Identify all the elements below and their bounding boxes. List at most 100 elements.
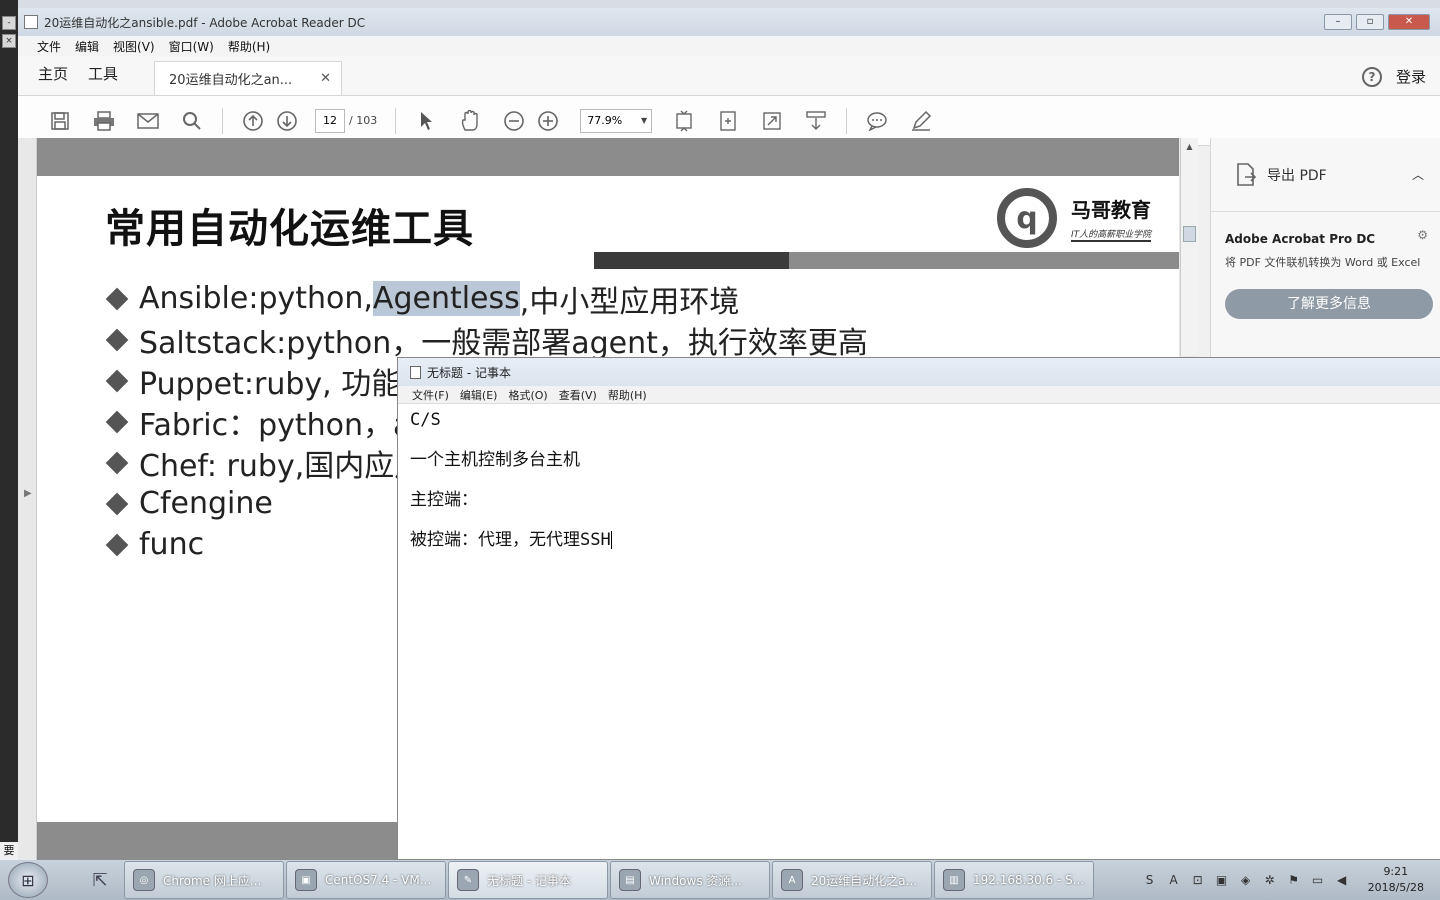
scrollbar-thumb[interactable] — [1183, 226, 1196, 242]
menu-window[interactable]: 窗口(W) — [162, 36, 221, 56]
previous-page-icon[interactable] — [241, 109, 265, 133]
fit-page-icon[interactable] — [672, 109, 696, 133]
diamond-bullet-icon — [105, 287, 129, 310]
brand-slogan: IT人的高薪职业学院 — [1071, 227, 1152, 242]
rotate-view-icon[interactable] — [716, 109, 740, 133]
diamond-bullet-icon — [105, 492, 129, 515]
menu-edit[interactable]: 编辑 — [68, 36, 106, 56]
app-tray-icon[interactable]: ▣ — [1214, 872, 1230, 888]
clock-date: 2018/5/28 — [1367, 881, 1424, 894]
taskbar-item-vmware[interactable]: ▣ CentOS7.4 - VM... — [286, 861, 446, 899]
menu-help[interactable]: 帮助(H) — [221, 36, 277, 56]
taskbar-item-acrobat[interactable]: A 20运维自动化之a... — [772, 861, 932, 899]
left-panel-toggle[interactable]: ▶ — [18, 138, 37, 860]
taskbar-item-explorer[interactable]: ▤ Windows 资源... — [610, 861, 770, 899]
display-icon[interactable]: ▭ — [1310, 872, 1326, 888]
slide-divider — [594, 252, 1179, 269]
tab-document[interactable]: 20运维自动化之an... ✕ — [154, 61, 343, 95]
document-tab-label: 20运维自动化之an... — [169, 73, 293, 88]
full-screen-icon[interactable] — [760, 109, 784, 133]
scroll-mode-icon[interactable] — [804, 109, 828, 133]
start-button[interactable]: ⊞ — [8, 862, 48, 898]
clock[interactable]: 9:21 2018/5/28 — [1368, 864, 1424, 896]
diamond-bullet-icon — [105, 451, 129, 474]
tab-tools[interactable]: 工具 — [88, 63, 138, 95]
pdf-icon: A — [781, 869, 803, 891]
export-pdf-section[interactable]: 导出 PDF ︿ — [1211, 138, 1440, 212]
learn-more-button[interactable]: 了解更多信息 — [1225, 289, 1433, 319]
select-cursor-icon[interactable] — [414, 109, 438, 133]
np-menu-file[interactable]: 文件(F) — [408, 386, 456, 403]
explorer-icon: ▤ — [619, 869, 641, 891]
pro-upgrade-icon[interactable]: ⚙ — [1417, 228, 1428, 242]
text-caret — [610, 531, 612, 549]
show-desktop-icon[interactable]: ⇱ — [82, 865, 118, 895]
np-menu-format[interactable]: 格式(O) — [504, 386, 554, 403]
notepad-window: 无标题 - 记事本 文件(F) 编辑(E) 格式(O) 查看(V) 帮助(H) … — [397, 357, 1440, 860]
diamond-bullet-icon — [105, 328, 129, 351]
comment-icon[interactable] — [865, 109, 889, 133]
selected-text[interactable]: Agentless — [372, 281, 520, 316]
toolbar-divider — [222, 107, 223, 134]
email-icon[interactable] — [136, 109, 160, 133]
np-menu-help[interactable]: 帮助(H) — [604, 386, 654, 403]
taskbar: ⊞ ⇱ ◎ Chrome 网上应... ▣ CentOS7.4 - VM... … — [0, 860, 1440, 900]
security-icon[interactable]: ◈ — [1238, 872, 1254, 888]
sign-pen-icon[interactable] — [909, 109, 933, 133]
settings-tray-icon[interactable]: ✲ — [1262, 872, 1278, 888]
menu-bar: 文件 编辑 视图(V) 窗口(W) 帮助(H) — [18, 36, 1440, 56]
pro-description: 将 PDF 文件联机转换为 Word 或 Excel — [1225, 256, 1421, 269]
close-icon[interactable]: × — [2, 34, 16, 48]
scroll-up-icon[interactable]: ▲ — [1181, 142, 1198, 151]
keyboard-icon[interactable]: A — [1166, 872, 1182, 888]
clock-time: 9:21 — [1383, 865, 1409, 878]
minimize-icon[interactable]: - — [2, 16, 16, 30]
export-pdf-label: 导出 PDF — [1267, 167, 1327, 184]
tools-side-panel: 导出 PDF ︿ Adobe Acrobat Pro DC ⚙ 将 PDF 文件… — [1210, 138, 1440, 358]
zoom-in-icon[interactable] — [536, 109, 560, 133]
notepad-text-area[interactable]: C/S 一个主机控制多台主机 主控端： 被控端：代理，无代理SSH — [398, 404, 1440, 570]
taskbar-item-notepad[interactable]: ✎ 无标题 - 记事本 — [448, 861, 608, 899]
zoom-value: 77.9% — [587, 114, 623, 127]
np-menu-view[interactable]: 查看(V) — [555, 386, 604, 403]
save-icon[interactable] — [48, 109, 72, 133]
taskbar-item-chrome[interactable]: ◎ Chrome 网上应... — [124, 861, 284, 899]
background-window-edge: - × — [0, 0, 18, 860]
hand-tool-icon[interactable] — [458, 109, 482, 133]
zoom-out-icon[interactable] — [502, 109, 526, 133]
chevron-up-icon[interactable]: ︿ — [1412, 166, 1424, 183]
next-page-icon[interactable] — [275, 109, 299, 133]
background-window-label: 要 — [0, 842, 18, 860]
search-icon[interactable] — [180, 109, 204, 133]
login-link[interactable]: 登录 — [1396, 66, 1426, 87]
page-number-input[interactable]: 12 — [315, 108, 345, 133]
flag-icon[interactable]: ⚑ — [1286, 872, 1302, 888]
toolbar-divider — [846, 107, 848, 134]
bullet-item: Ansible:python, Agentless ,中小型应用环境 — [105, 278, 868, 320]
maximize-button[interactable]: ▫ — [1356, 14, 1384, 30]
brand-logo: q 马哥教育 IT人的高薪职业学院 — [997, 188, 1152, 248]
expand-arrow-icon[interactable]: ▶ — [24, 488, 32, 499]
print-icon[interactable] — [92, 109, 116, 133]
system-tray: S A ⊡ ▣ ◈ ✲ ⚑ ▭ ◀ 9:21 2018/5/28 — [1142, 864, 1440, 896]
toolbar-divider — [395, 107, 397, 134]
menu-file[interactable]: 文件 — [30, 36, 68, 56]
np-menu-edit[interactable]: 编辑(E) — [456, 386, 505, 403]
volume-icon[interactable]: ◀ — [1334, 872, 1350, 888]
notepad-titlebar: 无标题 - 记事本 — [398, 358, 1440, 386]
minimize-button[interactable]: – — [1324, 14, 1352, 30]
input-method-icon[interactable]: S — [1142, 872, 1158, 888]
network-icon[interactable]: ⊡ — [1190, 872, 1206, 888]
close-button[interactable]: ✕ — [1388, 14, 1430, 30]
menu-view[interactable]: 视图(V) — [106, 36, 162, 56]
vertical-scrollbar[interactable]: ▲ — [1180, 138, 1198, 356]
help-icon[interactable]: ? — [1361, 66, 1382, 87]
pdf-doc-icon — [24, 15, 38, 29]
chevron-down-icon: ▼ — [641, 116, 648, 125]
export-pdf-icon — [1237, 162, 1257, 186]
close-tab-icon[interactable]: ✕ — [320, 71, 331, 86]
tab-home[interactable]: 主页 — [18, 63, 88, 95]
zoom-select[interactable]: 77.9% ▼ — [580, 108, 653, 133]
notepad-icon — [410, 365, 421, 379]
taskbar-item-terminal[interactable]: ▥ 192.168.30.6 - S... — [934, 861, 1094, 899]
